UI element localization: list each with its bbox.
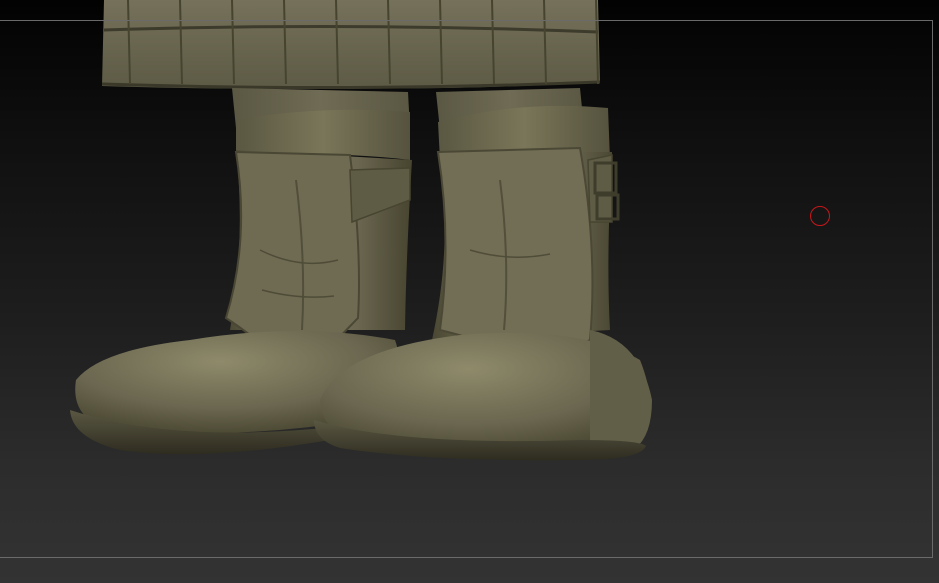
brush-circle-icon[interactable] — [810, 206, 830, 226]
document-viewport[interactable] — [0, 0, 939, 583]
coat-hem — [101, 0, 601, 90]
sculpt-canvas[interactable] — [0, 0, 939, 583]
